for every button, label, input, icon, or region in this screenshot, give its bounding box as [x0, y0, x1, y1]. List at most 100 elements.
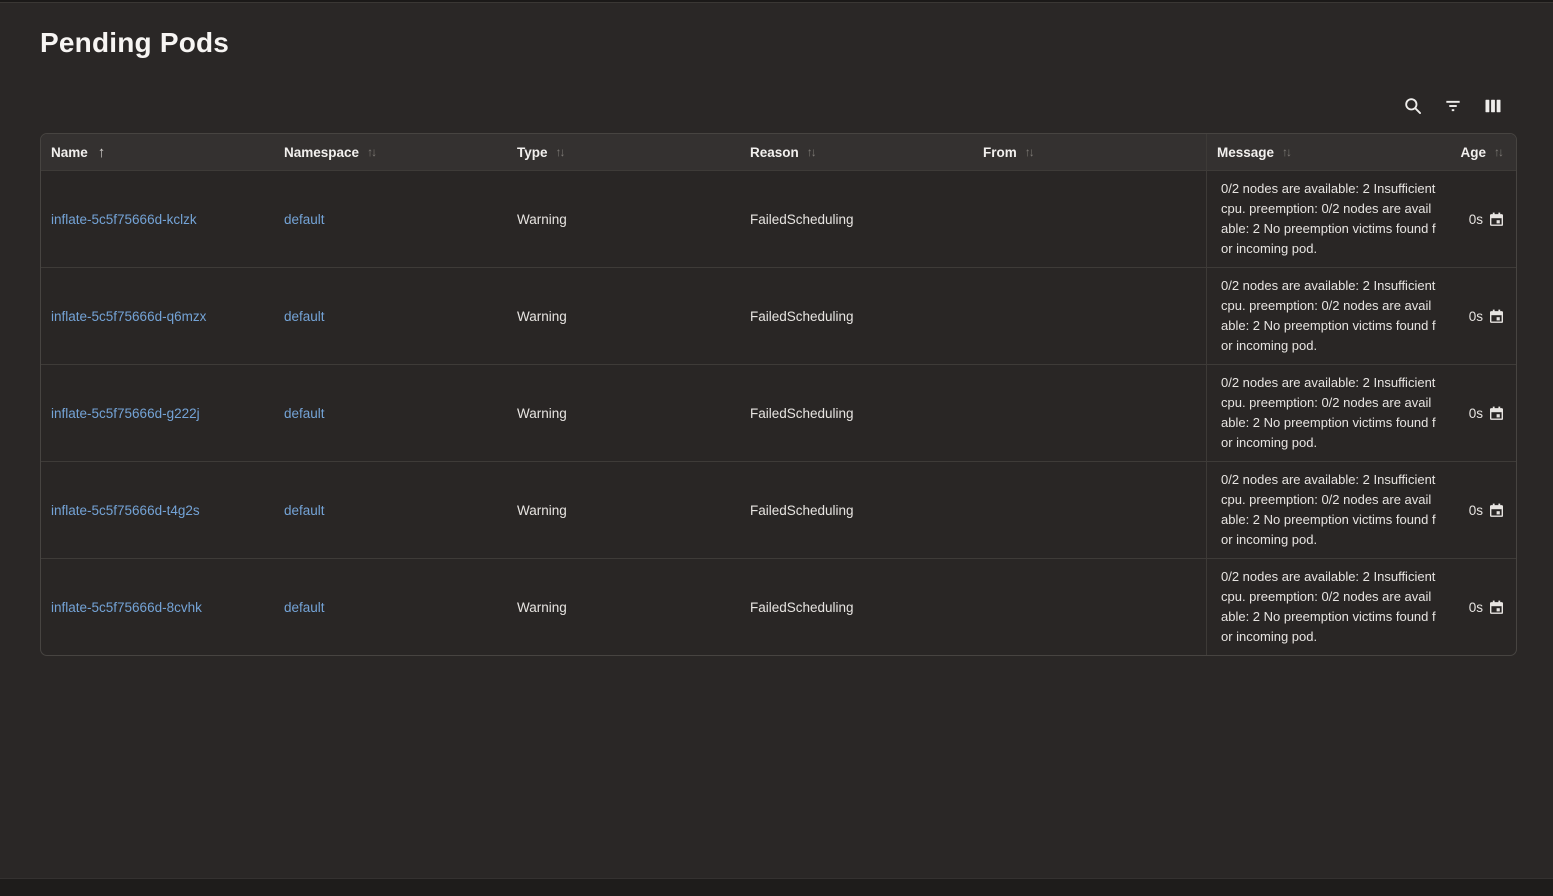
column-header-name[interactable]: Name ↑ [41, 134, 274, 170]
event-age: 0s [1469, 406, 1483, 421]
filter-button[interactable] [1441, 94, 1465, 118]
cell-reason: FailedScheduling [740, 462, 973, 558]
event-age: 0s [1469, 309, 1483, 324]
cell-from [973, 559, 1206, 655]
cell-type: Warning [507, 171, 740, 267]
cell-type: Warning [507, 365, 740, 461]
cell-message: 0/2 nodes are available: 2 Insufficient … [1206, 462, 1446, 558]
cell-age: 0s [1446, 268, 1516, 364]
pod-link[interactable]: inflate-5c5f75666d-8cvhk [51, 600, 202, 615]
sort-ascending-icon: ↑ [98, 144, 106, 161]
cell-reason: FailedScheduling [740, 171, 973, 267]
namespace-link[interactable]: default [284, 600, 325, 615]
pod-link[interactable]: inflate-5c5f75666d-kclzk [51, 212, 197, 227]
event-reason: FailedScheduling [750, 600, 854, 615]
table-row: inflate-5c5f75666d-g222j default Warning… [41, 364, 1516, 461]
sortable-icon: ↑↓ [1494, 145, 1504, 159]
table-toolbar [0, 94, 1505, 118]
cell-namespace: default [274, 559, 507, 655]
event-message: 0/2 nodes are available: 2 Insufficient … [1221, 373, 1436, 453]
column-label: Type [517, 145, 548, 160]
column-header-reason[interactable]: Reason ↑↓ [740, 134, 973, 170]
cell-type: Warning [507, 462, 740, 558]
cell-message: 0/2 nodes are available: 2 Insufficient … [1206, 171, 1446, 267]
column-header-message[interactable]: Message ↑↓ [1206, 134, 1446, 170]
event-reason: FailedScheduling [750, 406, 854, 421]
event-message: 0/2 nodes are available: 2 Insufficient … [1221, 276, 1436, 356]
cell-reason: FailedScheduling [740, 268, 973, 364]
calendar-icon [1489, 503, 1504, 518]
bottom-edge-strip [0, 878, 1553, 896]
sortable-icon: ↑↓ [1282, 145, 1292, 159]
event-type: Warning [517, 406, 567, 421]
table-row: inflate-5c5f75666d-8cvhk default Warning… [41, 558, 1516, 655]
event-message: 0/2 nodes are available: 2 Insufficient … [1221, 567, 1436, 647]
calendar-icon [1489, 406, 1504, 421]
cell-name: inflate-5c5f75666d-kclzk [41, 171, 274, 267]
event-reason: FailedScheduling [750, 503, 854, 518]
columns-button[interactable] [1481, 94, 1505, 118]
search-icon [1403, 96, 1423, 116]
cell-name: inflate-5c5f75666d-q6mzx [41, 268, 274, 364]
column-label: Message [1217, 145, 1274, 160]
cell-message: 0/2 nodes are available: 2 Insufficient … [1206, 268, 1446, 364]
cell-reason: FailedScheduling [740, 559, 973, 655]
pod-link[interactable]: inflate-5c5f75666d-t4g2s [51, 503, 200, 518]
table-header-row: Name ↑ Namespace ↑↓ Type ↑↓ Reason ↑↓ Fr… [41, 134, 1516, 170]
namespace-link[interactable]: default [284, 406, 325, 421]
event-reason: FailedScheduling [750, 309, 854, 324]
table-row: inflate-5c5f75666d-t4g2s default Warning… [41, 461, 1516, 558]
calendar-icon [1489, 309, 1504, 324]
cell-namespace: default [274, 365, 507, 461]
cell-from [973, 462, 1206, 558]
namespace-link[interactable]: default [284, 212, 325, 227]
calendar-icon [1489, 600, 1504, 615]
cell-name: inflate-5c5f75666d-g222j [41, 365, 274, 461]
cell-age: 0s [1446, 365, 1516, 461]
cell-name: inflate-5c5f75666d-8cvhk [41, 559, 274, 655]
table-row: inflate-5c5f75666d-kclzk default Warning… [41, 170, 1516, 267]
sortable-icon: ↑↓ [807, 145, 817, 159]
column-label: Reason [750, 145, 799, 160]
event-message: 0/2 nodes are available: 2 Insufficient … [1221, 179, 1436, 259]
search-button[interactable] [1401, 94, 1425, 118]
sortable-icon: ↑↓ [367, 145, 377, 159]
pod-link[interactable]: inflate-5c5f75666d-g222j [51, 406, 200, 421]
event-reason: FailedScheduling [750, 212, 854, 227]
column-label: Namespace [284, 145, 359, 160]
namespace-link[interactable]: default [284, 309, 325, 324]
column-header-namespace[interactable]: Namespace ↑↓ [274, 134, 507, 170]
cell-age: 0s [1446, 559, 1516, 655]
cell-namespace: default [274, 171, 507, 267]
event-type: Warning [517, 212, 567, 227]
sortable-icon: ↑↓ [1025, 145, 1035, 159]
event-age: 0s [1469, 503, 1483, 518]
pending-pods-table: Name ↑ Namespace ↑↓ Type ↑↓ Reason ↑↓ Fr… [40, 133, 1517, 656]
column-header-age[interactable]: Age ↑↓ [1446, 134, 1516, 170]
cell-from [973, 268, 1206, 364]
cell-name: inflate-5c5f75666d-t4g2s [41, 462, 274, 558]
event-age: 0s [1469, 212, 1483, 227]
cell-type: Warning [507, 268, 740, 364]
top-edge-strip [0, 0, 1553, 3]
column-header-type[interactable]: Type ↑↓ [507, 134, 740, 170]
column-header-from[interactable]: From ↑↓ [973, 134, 1206, 170]
namespace-link[interactable]: default [284, 503, 325, 518]
columns-icon [1483, 96, 1503, 116]
cell-namespace: default [274, 268, 507, 364]
cell-age: 0s [1446, 171, 1516, 267]
column-label: From [983, 145, 1017, 160]
column-label: Age [1460, 145, 1486, 160]
event-type: Warning [517, 503, 567, 518]
calendar-icon [1489, 212, 1504, 227]
pod-link[interactable]: inflate-5c5f75666d-q6mzx [51, 309, 206, 324]
event-age: 0s [1469, 600, 1483, 615]
cell-from [973, 171, 1206, 267]
cell-from [973, 365, 1206, 461]
table-row: inflate-5c5f75666d-q6mzx default Warning… [41, 267, 1516, 364]
event-message: 0/2 nodes are available: 2 Insufficient … [1221, 470, 1436, 550]
event-type: Warning [517, 309, 567, 324]
cell-type: Warning [507, 559, 740, 655]
filter-icon [1443, 96, 1463, 116]
cell-namespace: default [274, 462, 507, 558]
